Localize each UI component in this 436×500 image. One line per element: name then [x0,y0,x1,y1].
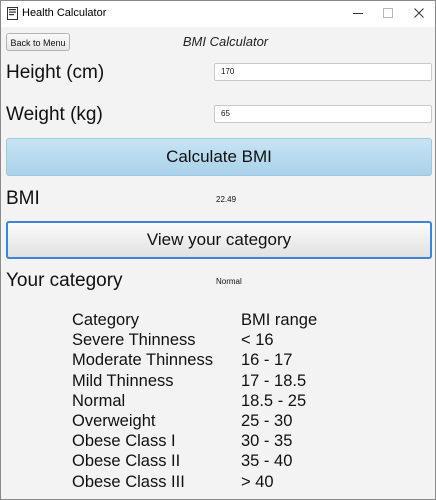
table-cell-range: 30 - 35 [241,432,293,451]
table-cell-category: Obese Class III [72,472,185,491]
calculate-bmi-button[interactable]: Calculate BMI [6,138,432,176]
table-cell-range: 25 - 30 [241,411,293,430]
weight-input[interactable] [214,105,432,123]
table-cell-range: 17 - 18.5 [241,371,307,390]
minimize-icon[interactable] [343,1,373,25]
table-cell-range: 18.5 - 25 [241,391,307,410]
height-label: Height (cm) [6,62,105,83]
app-window: Health Calculator BMI Calculator Back to… [0,0,436,500]
window-title: Health Calculator [22,7,107,19]
table-cell-category: Moderate Thinness [72,351,213,370]
table-cell-range: < 16 [241,331,274,350]
table-cell-category: Mild Thinness [72,371,174,390]
table-cell-range: 35 - 40 [241,452,293,471]
table-cell-category: Severe Thinness [72,331,196,350]
close-icon[interactable] [404,1,434,25]
category-label: Your category [6,270,123,291]
maximize-icon[interactable] [373,1,403,25]
app-document-icon [7,7,18,20]
table-header-category: Category [72,311,139,329]
table-cell-category: Obese Class I [72,432,176,451]
weight-label: Weight (kg) [6,104,103,125]
table-cell-category: Obese Class II [72,452,181,471]
view-category-button[interactable]: View your category [6,221,432,259]
title-bar[interactable]: Health Calculator [1,1,435,27]
table-cell-range: 16 - 17 [241,351,293,370]
bmi-value: 22.49 [216,195,237,204]
table-cell-range: > 40 [241,472,274,491]
table-cell-category: Normal [72,391,126,410]
back-to-menu-button[interactable]: Back to Menu [6,33,70,51]
height-input[interactable] [214,63,432,81]
table-cell-category: Overweight [72,411,156,430]
category-value: Normal [216,277,242,286]
bmi-label: BMI [6,188,40,209]
table-header-range: BMI range [241,311,318,329]
